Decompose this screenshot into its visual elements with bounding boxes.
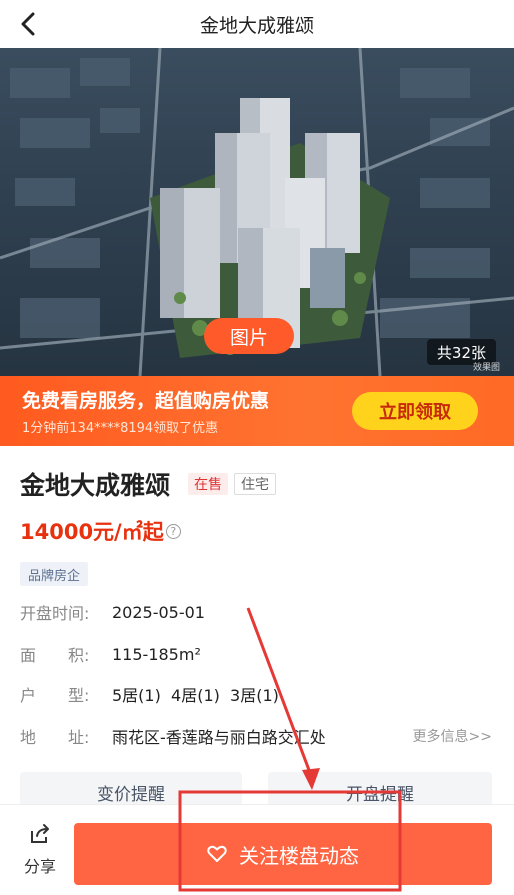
hero-image[interactable]: 图片 共32张 效果图 bbox=[0, 48, 514, 376]
more-info-link[interactable]: 更多信息>> bbox=[413, 726, 492, 746]
back-arrow-icon[interactable] bbox=[12, 8, 44, 40]
share-button[interactable]: 分享 bbox=[14, 823, 66, 877]
detail-label: 地 址: bbox=[20, 728, 90, 747]
follow-updates-button[interactable]: 关注楼盘动态 bbox=[74, 823, 492, 885]
detail-label: 面 积: bbox=[20, 646, 90, 665]
page-title: 金地大成雅颂 bbox=[199, 14, 314, 37]
status-badge: 在售 bbox=[188, 473, 229, 495]
share-icon bbox=[28, 823, 52, 849]
detail-row-area: 面 积: 115-185m² bbox=[20, 642, 201, 666]
top-bar: 金地大成雅颂 bbox=[0, 0, 514, 48]
detail-value: 5居(1) 4居(1) 3居(1) bbox=[112, 686, 279, 705]
detail-row-open-date: 开盘时间: 2025-05-01 bbox=[20, 600, 205, 624]
type-badge: 住宅 bbox=[234, 473, 277, 495]
share-label: 分享 bbox=[23, 857, 56, 876]
follow-updates-label: 关注楼盘动态 bbox=[239, 843, 359, 868]
promo-subtitle: 1分钟前134****8194领取了优惠 bbox=[22, 421, 219, 436]
price-row: 14000元/㎡起 ? bbox=[20, 516, 181, 546]
question-icon[interactable]: ? bbox=[165, 523, 181, 539]
effect-image-note: 效果图 bbox=[472, 363, 500, 373]
promo-title: 免费看房服务，超值购房优惠 bbox=[22, 390, 270, 412]
detail-label: 开盘时间: bbox=[20, 604, 90, 623]
name-row: 金地大成雅颂 在售 住宅 bbox=[20, 466, 277, 502]
detail-value: 115-185m² bbox=[112, 644, 201, 664]
claim-offer-button[interactable]: 立即领取 bbox=[352, 392, 478, 430]
detail-value: 雨花区-香莲路与丽白路交汇处 bbox=[112, 728, 326, 747]
promo-banner[interactable]: 免费看房服务，超值购房优惠 1分钟前134****8194领取了优惠 立即领取 bbox=[0, 376, 514, 446]
price-alert-label: 变价提醒 bbox=[97, 784, 165, 805]
detail-value: 2025-05-01 bbox=[112, 602, 205, 622]
property-name: 金地大成雅颂 bbox=[20, 471, 171, 500]
bottom-bar: 分享 关注楼盘动态 bbox=[0, 804, 514, 895]
photos-button[interactable]: 图片 bbox=[204, 318, 294, 354]
detail-label: 户 型: bbox=[20, 686, 90, 705]
detail-row-address: 地 址: 雨花区-香莲路与丽白路交汇处 bbox=[20, 724, 326, 748]
brand-badge: 品牌房企 bbox=[20, 562, 89, 586]
price-text: 14000元/㎡起 bbox=[20, 520, 164, 544]
detail-row-layout: 户 型: 5居(1) 4居(1) 3居(1) bbox=[20, 682, 279, 706]
open-alert-label: 开盘提醒 bbox=[346, 784, 414, 805]
heart-icon bbox=[207, 845, 227, 863]
